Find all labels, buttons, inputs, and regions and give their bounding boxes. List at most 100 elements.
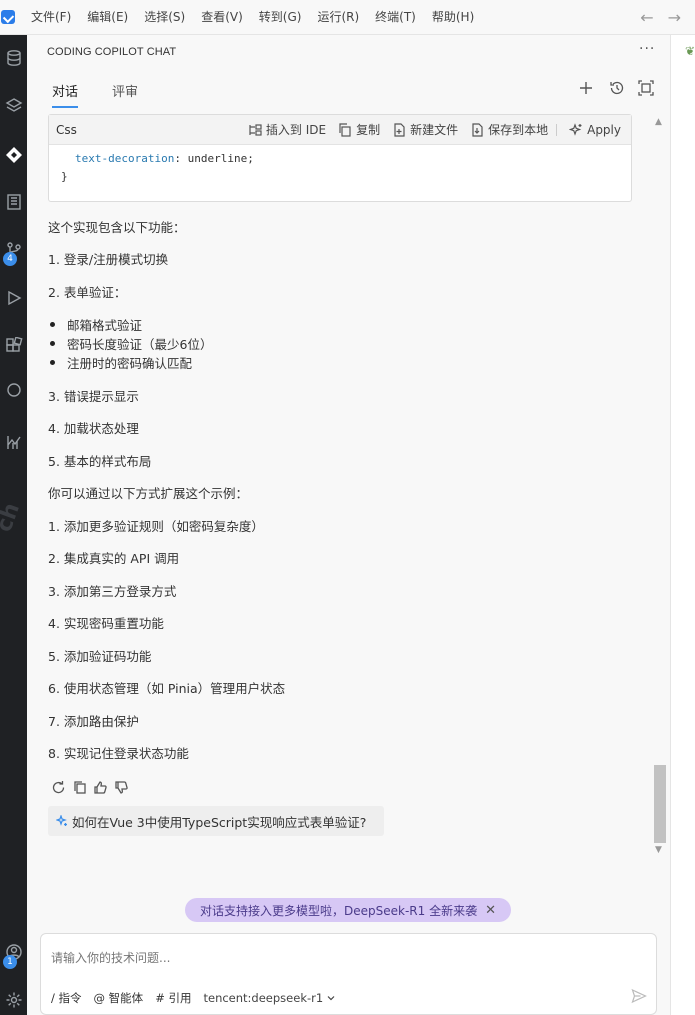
- panel-title: CODING COPILOT CHAT: [47, 46, 177, 58]
- copy-answer-icon[interactable]: [72, 780, 87, 799]
- new-file-label: 新建文件: [410, 123, 459, 137]
- command-button[interactable]: / 指令: [51, 990, 82, 1006]
- extend-item: 3. 添加第三方登录方式: [48, 584, 177, 599]
- send-icon[interactable]: [631, 988, 647, 1008]
- feature-item: 2. 表单验证：: [48, 285, 127, 300]
- chat-input[interactable]: [51, 951, 611, 965]
- feature-item: 3. 错误提示显示: [48, 389, 139, 404]
- code-block-header: Css 插入到 IDE 复制 新建文件 保存到本地 Apply: [49, 115, 631, 145]
- feedback-bar: [51, 780, 129, 799]
- insert-to-ide-label: 插入到 IDE: [265, 123, 327, 137]
- menu-view[interactable]: 查看(V): [193, 0, 251, 35]
- new-file-icon: [394, 122, 405, 137]
- expand-icon[interactable]: [637, 79, 655, 97]
- css-value: : underline;: [174, 152, 254, 165]
- more-options-button[interactable]: ···: [639, 41, 655, 57]
- title-bar: 文件(F) 编辑(E) 选择(S) 查看(V) 转到(G) 运行(R) 终端(T…: [0, 0, 695, 35]
- database-icon[interactable]: [0, 43, 27, 73]
- history-icon[interactable]: [608, 79, 626, 97]
- layers-icon[interactable]: [0, 91, 27, 121]
- feature-item: 4. 加载状态处理: [48, 421, 139, 436]
- back-arrow-icon[interactable]: ←: [640, 8, 653, 27]
- save-local-label: 保存到本地: [488, 123, 549, 137]
- menu-selection[interactable]: 选择(S): [136, 0, 193, 35]
- menu-edit[interactable]: 编辑(E): [79, 0, 136, 35]
- new-chat-plus-icon[interactable]: [577, 79, 595, 97]
- nav-arrows: ← →: [640, 8, 681, 27]
- copilot-chat-panel: CODING COPILOT CHAT ··· 对话 评审 Css 插入到 ID…: [27, 35, 670, 1015]
- menu-help[interactable]: 帮助(H): [424, 0, 482, 35]
- tab-chat[interactable]: 对话: [52, 81, 79, 108]
- agent-button[interactable]: @ 智能体: [94, 990, 144, 1006]
- scroll-down-arrow[interactable]: ▼: [655, 845, 662, 855]
- copy-button[interactable]: 复制: [338, 121, 380, 138]
- sparkle-icon: [56, 815, 67, 826]
- validation-bullet: 注册时的密码确认匹配: [48, 353, 192, 372]
- extend-item: 8. 实现记住登录状态功能: [48, 746, 189, 761]
- source-control-badge: 4: [3, 252, 17, 266]
- extend-item: 6. 使用状态管理（如 Pinia）管理用户状态: [48, 681, 286, 696]
- copy-label: 复制: [356, 123, 381, 137]
- tab-review[interactable]: 评审: [112, 81, 138, 106]
- thumbs-up-icon[interactable]: [93, 780, 108, 799]
- validation-bullet: 邮箱格式验证: [48, 315, 142, 334]
- save-local-button[interactable]: 保存到本地: [470, 121, 548, 138]
- answer-intro: 这个实现包含以下功能：: [48, 220, 186, 235]
- css-property: text-decoration: [75, 152, 175, 165]
- account-badge: 1: [3, 955, 17, 969]
- editor-edge: [670, 35, 695, 1015]
- code-language-label: Css: [56, 122, 77, 137]
- divider: [556, 123, 558, 136]
- code-content: text-decoration: underline; }: [49, 145, 631, 186]
- extend-intro: 你可以通过以下方式扩展这个示例：: [48, 486, 249, 501]
- menu-bar: 文件(F) 编辑(E) 选择(S) 查看(V) 转到(G) 运行(R) 终端(T…: [23, 0, 482, 35]
- book-icon[interactable]: [0, 187, 27, 217]
- close-icon[interactable]: ✕: [485, 903, 496, 918]
- bullet-text: 邮箱格式验证: [67, 318, 143, 333]
- extend-item: 4. 实现密码重置功能: [48, 616, 164, 631]
- apply-button[interactable]: Apply: [569, 123, 621, 137]
- insert-to-ide-button[interactable]: 插入到 IDE: [248, 121, 326, 138]
- chart-icon[interactable]: [0, 427, 27, 457]
- settings-gear-icon[interactable]: [0, 985, 27, 1015]
- menu-go[interactable]: 转到(G): [251, 0, 310, 35]
- sparkle-icon: [569, 122, 582, 136]
- extend-item: 2. 集成真实的 API 调用: [48, 551, 180, 566]
- new-file-button[interactable]: 新建文件: [392, 121, 458, 138]
- scrollbar-thumb[interactable]: [654, 765, 666, 843]
- code-actions: 插入到 IDE 复制 新建文件 保存到本地 Apply: [236, 121, 621, 138]
- circle-icon[interactable]: [0, 375, 27, 405]
- menu-run[interactable]: 运行(R): [309, 0, 367, 35]
- suggested-question-text: 如何在Vue 3中使用TypeScript实现响应式表单验证?: [72, 814, 367, 830]
- leaf-icon: ❦: [685, 44, 695, 58]
- apply-label: Apply: [587, 122, 621, 137]
- bullet-text: 密码长度验证（最少6位）: [67, 337, 213, 352]
- extend-item: 7. 添加路由保护: [48, 714, 139, 729]
- menu-terminal[interactable]: 终端(T): [367, 0, 424, 35]
- extensions-icon[interactable]: [0, 331, 27, 361]
- code-block: Css 插入到 IDE 复制 新建文件 保存到本地 Apply text-dec…: [48, 114, 632, 202]
- code-line-2: }: [61, 170, 68, 183]
- activity-bar: 4 ch 1: [0, 35, 27, 1015]
- copy-icon: [339, 122, 351, 137]
- regenerate-icon[interactable]: [51, 780, 66, 799]
- suggested-question[interactable]: 如何在Vue 3中使用TypeScript实现响应式表单验证?: [48, 806, 384, 836]
- model-selector[interactable]: tencent:deepseek-r1: [203, 991, 336, 1005]
- forward-arrow-icon[interactable]: →: [668, 8, 681, 27]
- validation-bullet: 密码长度验证（最少6位）: [48, 334, 212, 353]
- banner-text: 对话支持接入更多模型啦，DeepSeek-R1 全新来袭: [200, 903, 478, 918]
- watermark-decoration: ch: [0, 499, 26, 536]
- reference-button[interactable]: # 引用: [155, 990, 191, 1006]
- thumbs-down-icon[interactable]: [114, 780, 129, 799]
- announcement-banner[interactable]: 对话支持接入更多模型啦，DeepSeek-R1 全新来袭 ✕: [185, 898, 511, 922]
- model-name: tencent:deepseek-r1: [203, 991, 324, 1005]
- menu-file[interactable]: 文件(F): [23, 0, 79, 35]
- chevron-down-icon: [327, 996, 335, 1001]
- scroll-up-arrow[interactable]: ▲: [655, 117, 662, 127]
- extend-item: 1. 添加更多验证规则（如密码复杂度）: [48, 519, 264, 534]
- insert-icon: [249, 123, 262, 136]
- chat-input-box: / 指令 @ 智能体 # 引用 tencent:deepseek-r1: [40, 933, 657, 1015]
- app-logo-icon: [1, 10, 15, 24]
- copilot-icon[interactable]: [0, 140, 27, 170]
- run-debug-icon[interactable]: [0, 283, 27, 313]
